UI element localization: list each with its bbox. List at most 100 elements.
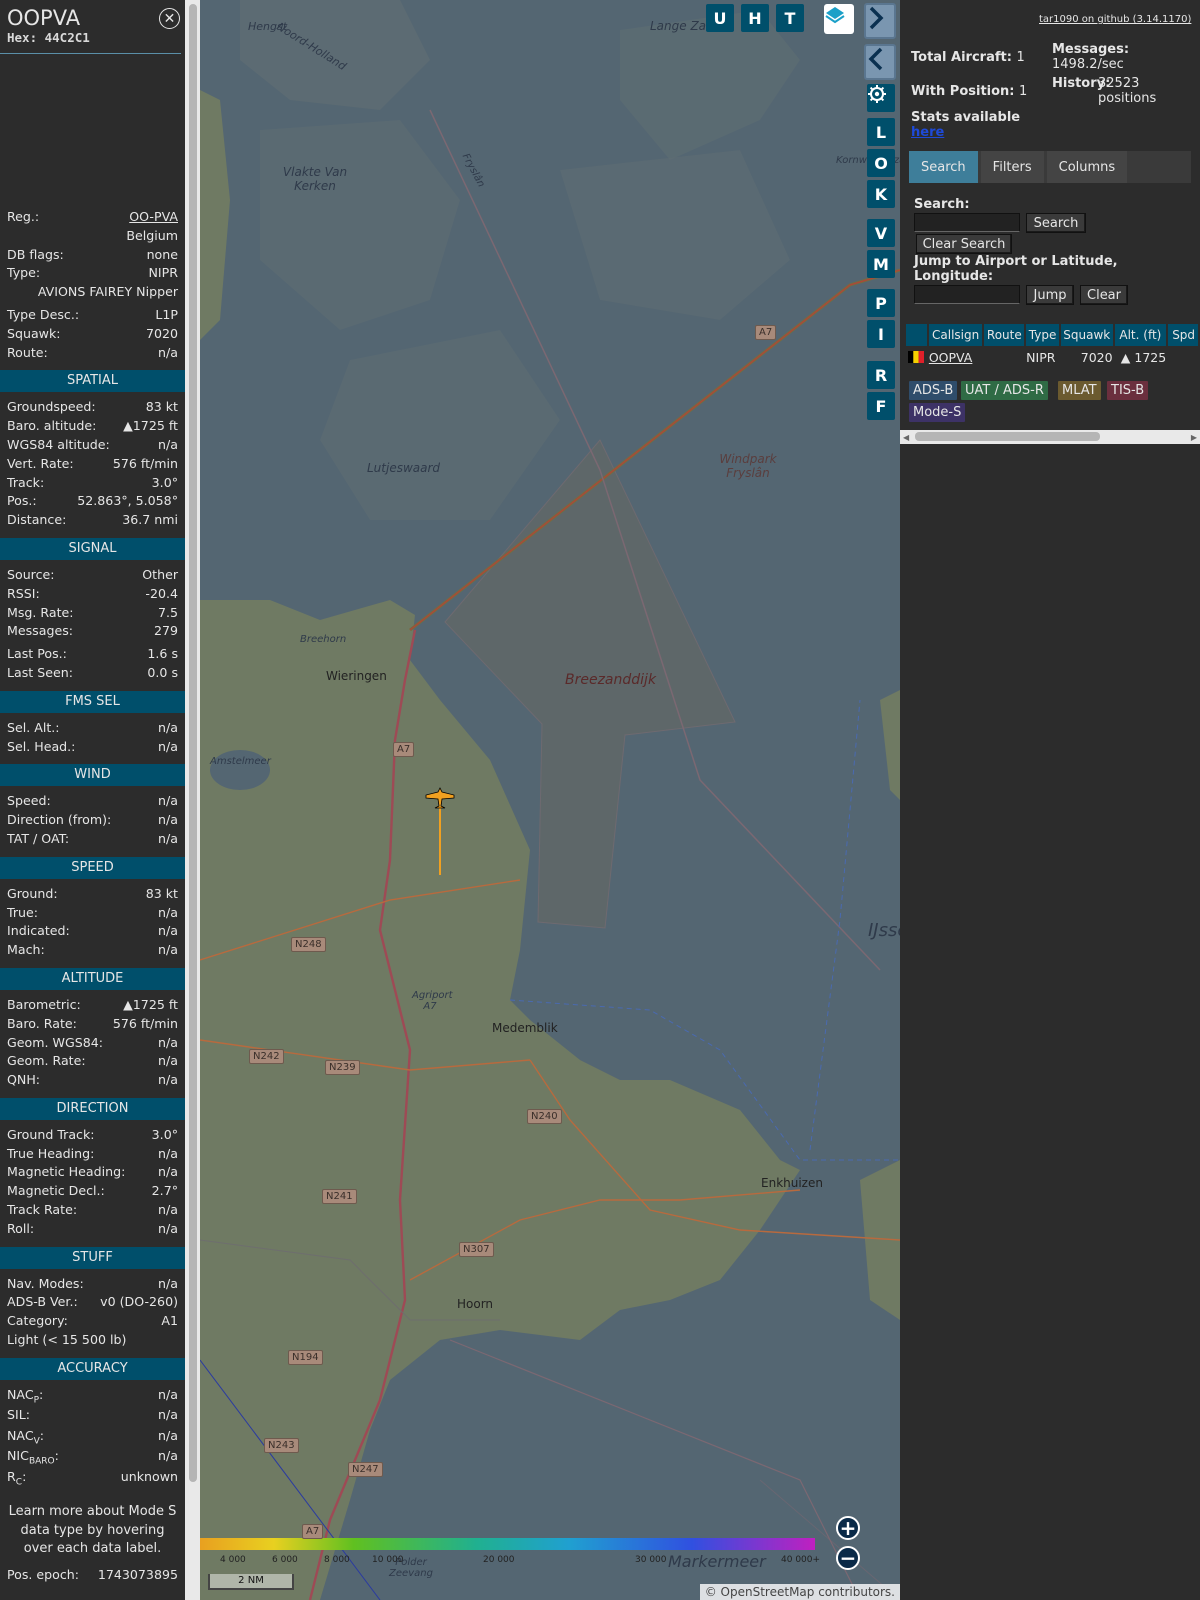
info-row: Baro. Rate: 576 ft/min [0,1016,185,1035]
info-row: Groundspeed: 83 kt [0,399,185,418]
accuracy-value: n/a [158,1407,178,1423]
source-badge[interactable]: ADS-B [909,381,958,400]
info-value: v0 (DO-260) [100,1294,178,1310]
source-badge[interactable]: TIS-B [1107,381,1149,400]
info-value: 36.7 nmi [122,512,178,528]
accuracy-row: NACV: n/a [0,1428,185,1449]
info-row: Msg. Rate: 7.5 [0,605,185,624]
map-label: Markermeer [668,1552,766,1571]
map-button-t[interactable]: T [776,4,804,32]
map-button-p[interactable]: P [867,289,895,317]
map-button-h[interactable]: H [741,4,769,32]
with-position-label: With Position: [911,84,1015,99]
info-row: Direction (from): n/a [0,812,185,831]
table-row[interactable]: OOPVA NIPR 7020 ▲ 1725 [906,346,1200,368]
accuracy-row: NACP: n/a [0,1387,185,1408]
search-input[interactable] [914,213,1020,232]
map-button-u[interactable]: U [706,4,734,32]
map-view[interactable]: Hengst Lange Zand Noord-Holland Vlakte V… [200,0,900,1600]
github-link[interactable]: tar1090 on github (3.14.1170) [1039,14,1191,25]
info-row: Ground Track: 3.0° [0,1127,185,1146]
info-label: Sel. Head.: [7,738,76,754]
row-altitude: ▲ 1725 [1120,349,1167,365]
column-header[interactable]: Callsign [928,324,983,346]
jump-input[interactable] [914,285,1020,304]
with-position-stat: With Position: 1 [911,84,1027,99]
flag-column-header[interactable] [906,324,927,346]
total-aircraft-label: Total Aircraft: [911,50,1012,65]
info-value: Other [142,566,178,582]
map-button-k[interactable]: K [867,180,895,208]
info-row: Last Pos.: 1.6 s [0,646,185,665]
scroll-left-icon[interactable]: ◀ [903,433,909,442]
layers-button[interactable] [824,4,854,34]
row-callsign[interactable]: OOPVA [929,346,983,368]
map-attribution[interactable]: © OpenStreetMap contributors. [699,1584,900,1600]
aircraft-callsign: OOPVA [7,6,81,30]
column-header[interactable]: Squawk [1060,324,1113,346]
info-row: Track: 3.0° [0,475,185,494]
accuracy-label-text: NAC [7,1386,34,1402]
table-scrollbar-thumb[interactable] [915,432,1100,441]
info-value: 1.6 s [147,646,178,662]
map-label: Medemblik [492,1021,558,1035]
zoom-out-button[interactable]: − [836,1546,860,1570]
accuracy-row: NICBARO: n/a [0,1448,185,1469]
accuracy-label: SIL: [7,1407,30,1422]
info-row: True Heading: n/a [0,1146,185,1165]
map-label: Agriport A7 [412,990,453,1012]
collapse-left-button[interactable] [864,44,896,80]
scroll-right-icon[interactable]: ▶ [1191,433,1197,442]
table-header: Callsign Route Type Squawk Alt. (ft) Spd [906,324,1200,346]
sidebar-scrollbar-thumb[interactable] [189,4,197,1482]
column-header[interactable]: Route [984,324,1025,346]
road-badge: A7 [393,742,415,757]
map-button-m[interactable]: M [867,250,895,278]
map-button-f[interactable]: F [867,392,895,420]
column-header[interactable]: Type [1026,324,1059,346]
source-badge[interactable]: Mode-S [909,403,966,422]
clear-button[interactable]: Clear [1080,285,1128,305]
jump-button[interactable]: Jump [1026,285,1074,305]
stats-here-link[interactable]: here [911,125,944,140]
source-badge[interactable]: UAT / ADS-R [961,381,1048,400]
wind-list: Speed: n/a Direction (from): n/a TAT / OAT: n… [0,793,185,849]
map-button-o[interactable]: O [867,149,895,177]
accuracy-label-colon: : [22,1468,27,1484]
accuracy-label: NICBARO: [7,1448,59,1467]
type-name-value: AVIONS FAIREY Nipper [37,284,178,300]
type-label: Type: [7,265,41,281]
column-header[interactable]: Alt. (ft) [1114,324,1167,346]
column-header[interactable]: Spd [1168,324,1198,346]
tab-columns[interactable]: Columns [1046,151,1128,183]
info-label: Magnetic Decl.: [7,1183,105,1199]
altitude-list: Barometric: ▲1725 ft Baro. Rate: 576 ft/min… [0,997,185,1091]
source-badge[interactable]: MLAT [1058,381,1101,400]
map-button-r[interactable]: R [867,361,895,389]
direction-list: Ground Track: 3.0° True Heading: n/a Magneti… [0,1127,185,1240]
accuracy-row: RC: unknown [0,1469,185,1490]
map-button-l[interactable]: L [867,118,895,146]
map-button-v[interactable]: V [867,219,895,247]
settings-button[interactable] [867,84,895,112]
zoom-in-button[interactable]: + [836,1516,860,1540]
accuracy-value: n/a [158,1386,178,1402]
tab-search[interactable]: Search [909,151,978,183]
search-button[interactable]: Search [1026,213,1086,233]
squawk-value: 7020 [145,325,178,341]
section-accuracy: ACCURACY [0,1357,185,1380]
info-value: 3.0° [151,474,178,490]
clear-search-button[interactable]: Clear Search [916,234,1012,254]
info-value: n/a [158,436,178,452]
info-label: RSSI: [7,585,40,601]
expand-right-button[interactable] [864,3,896,39]
map-button-i[interactable]: I [867,320,895,348]
reg-link[interactable]: OO-PVA [129,209,178,224]
tab-filters[interactable]: Filters [980,151,1044,183]
map-label: Breezanddijk [565,672,657,688]
close-icon[interactable]: ✕ [159,8,180,29]
info-label: Vert. Rate: [7,455,74,471]
info-label: Geom. WGS84: [7,1034,103,1050]
info-value: n/a [158,738,178,754]
accuracy-label-text: R [7,1468,16,1484]
